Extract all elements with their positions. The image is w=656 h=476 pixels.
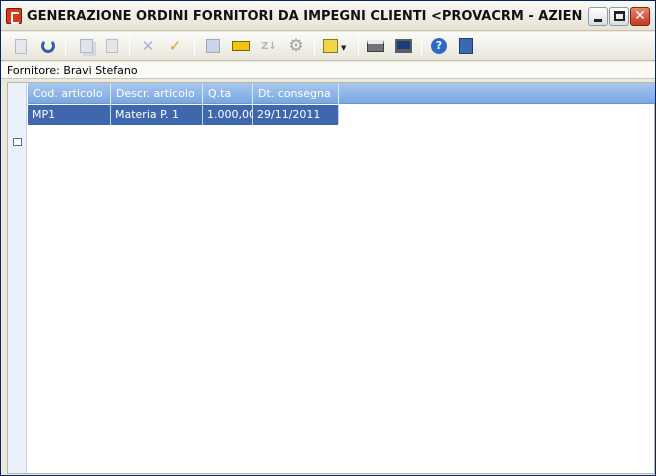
- help-icon: ?: [431, 38, 447, 54]
- supplier-label: Fornitore: Bravi Stefano: [7, 64, 138, 77]
- supplier-bar: Fornitore: Bravi Stefano: [1, 62, 655, 79]
- help-button[interactable]: ?: [428, 35, 450, 57]
- monitor-icon: [394, 39, 412, 53]
- new-document-button[interactable]: [10, 35, 32, 57]
- new-document-icon: [15, 38, 27, 54]
- maximize-button[interactable]: [609, 7, 629, 26]
- row-selector-icon[interactable]: [13, 138, 22, 146]
- paste-icon: [106, 39, 118, 53]
- save-button[interactable]: [202, 35, 224, 57]
- cell-descr-articolo[interactable]: Materia P. 1: [111, 105, 203, 125]
- list-icon: [323, 39, 338, 53]
- orders-grid[interactable]: Cod. articolo Descr. articolo Q.ta Dt. c…: [7, 82, 655, 474]
- toolbar-separator: [194, 36, 195, 56]
- list-dropdown-button[interactable]: ▼: [320, 35, 352, 57]
- row-indicator-column: [8, 83, 27, 473]
- grid-header: Cod. articolo Descr. articolo Q.ta Dt. c…: [28, 83, 655, 104]
- minimize-icon: [594, 19, 602, 22]
- printer-icon: [366, 40, 384, 52]
- preview-button[interactable]: [392, 35, 414, 57]
- cell-cod-articolo[interactable]: MP1: [28, 105, 111, 125]
- exit-door-icon: [459, 38, 473, 54]
- paste-button[interactable]: [101, 35, 123, 57]
- toolbar: ✕ ✓ Z↓ ⚙ ▼ ?: [1, 32, 655, 61]
- save-icon: [206, 39, 220, 53]
- cell-qta[interactable]: 1.000,00: [203, 105, 256, 125]
- settings-button[interactable]: ⚙: [285, 35, 307, 57]
- undo-icon: [41, 39, 55, 53]
- title-bar[interactable]: GENERAZIONE ORDINI FORNITORI DA IMPEGNI …: [1, 1, 655, 31]
- maximize-icon: [614, 11, 625, 21]
- undo-button[interactable]: [37, 35, 59, 57]
- magic-wand-icon: ✓: [168, 37, 182, 55]
- close-icon: ✕: [634, 8, 646, 24]
- app-icon[interactable]: [6, 8, 22, 24]
- window-title: GENERAZIONE ORDINI FORNITORI DA IMPEGNI …: [27, 9, 582, 24]
- chevron-down-icon: ▼: [341, 44, 347, 52]
- close-button[interactable]: ✕: [630, 7, 650, 26]
- cell-dt-consegna[interactable]: 29/11/2011: [253, 105, 339, 125]
- column-header-descr-articolo[interactable]: Descr. articolo: [111, 83, 203, 104]
- main-window: GENERAZIONE ORDINI FORNITORI DA IMPEGNI …: [0, 0, 656, 476]
- ruler-button[interactable]: [230, 35, 252, 57]
- column-header-dt-consegna[interactable]: Dt. consegna: [253, 83, 339, 104]
- print-button[interactable]: [364, 35, 386, 57]
- minimize-button[interactable]: [588, 7, 608, 26]
- gear-icon: ⚙: [288, 36, 304, 56]
- sort-button[interactable]: Z↓: [258, 35, 280, 57]
- toolbar-separator: [129, 36, 130, 56]
- clear-icon: ✕: [141, 37, 155, 55]
- clear-button[interactable]: ✕: [137, 35, 159, 57]
- wand-button[interactable]: ✓: [164, 35, 186, 57]
- exit-button[interactable]: [455, 35, 477, 57]
- toolbar-separator: [65, 36, 66, 56]
- toolbar-separator: [314, 36, 315, 56]
- copy-icon: [79, 39, 93, 53]
- ruler-icon: [232, 41, 250, 51]
- column-header-cod-articolo[interactable]: Cod. articolo: [28, 83, 111, 104]
- sort-az-icon: Z↓: [261, 40, 277, 52]
- copy-button[interactable]: [75, 35, 97, 57]
- toolbar-separator: [358, 36, 359, 56]
- toolbar-separator: [421, 36, 422, 56]
- column-header-qta[interactable]: Q.ta: [203, 83, 253, 104]
